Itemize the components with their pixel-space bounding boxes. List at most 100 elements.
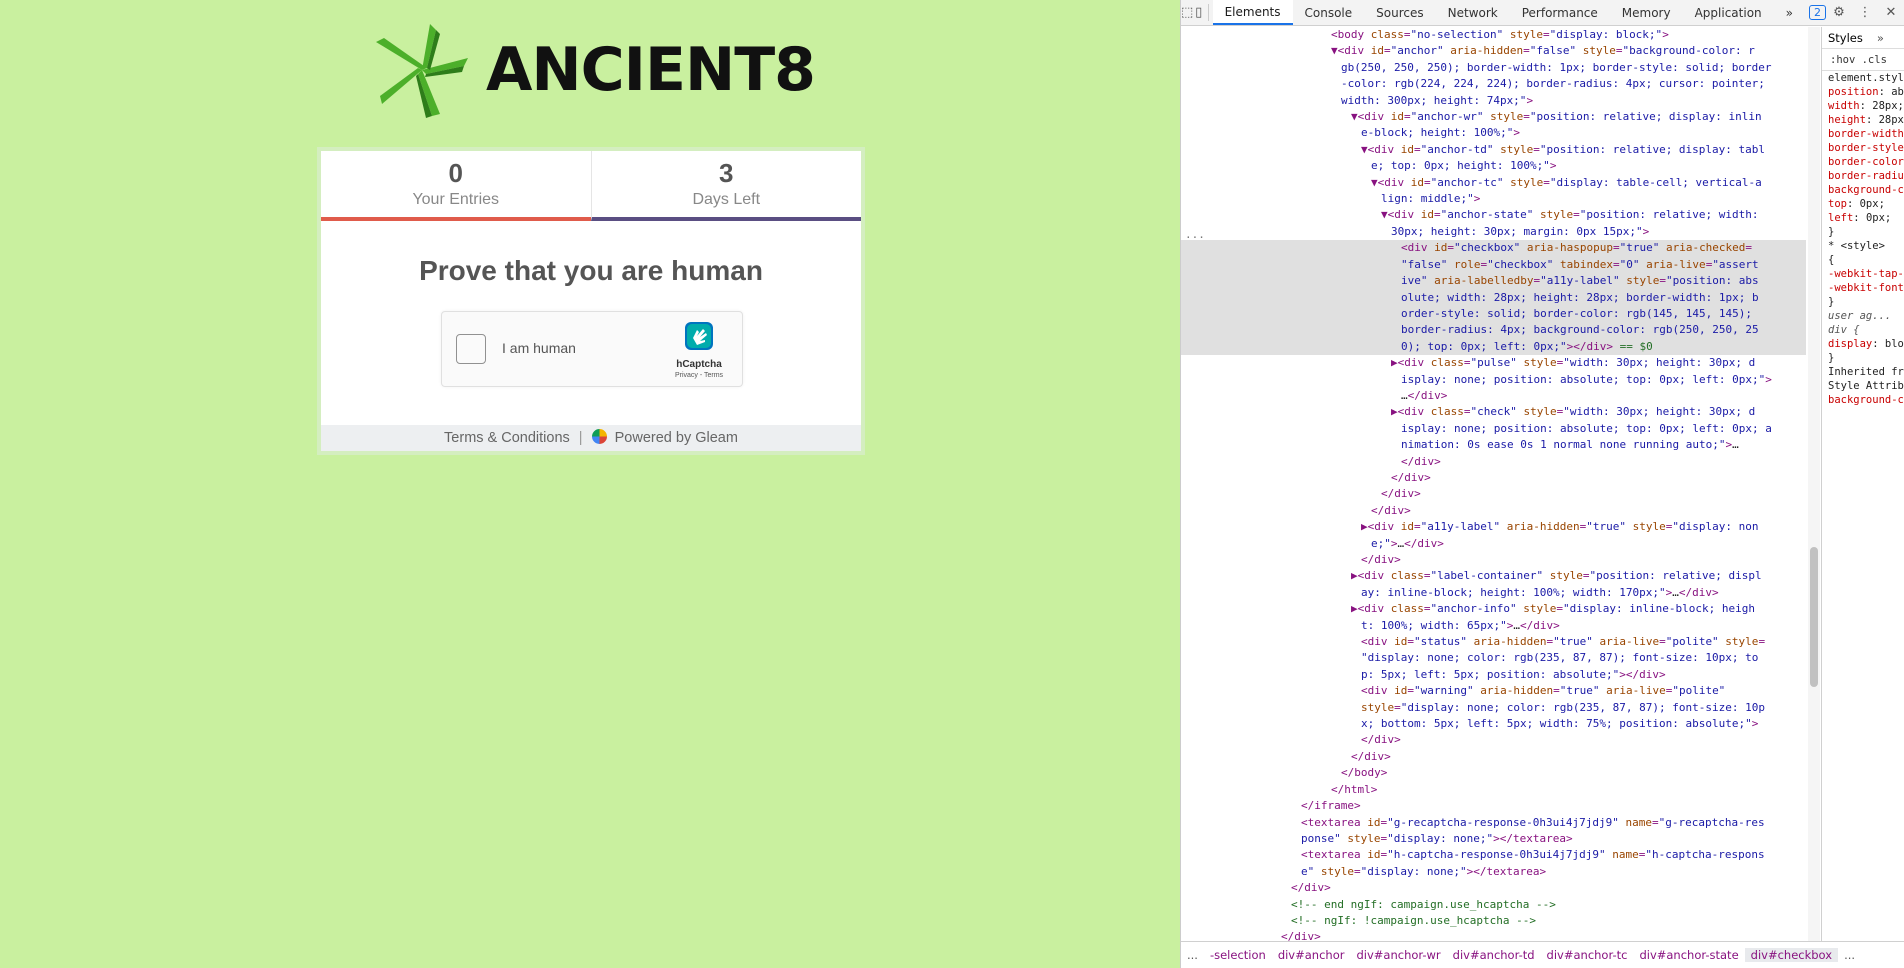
dom-line[interactable]: </div> xyxy=(1181,503,1806,519)
dom-line[interactable]: </iframe> xyxy=(1181,798,1806,814)
dom-line[interactable]: </div> xyxy=(1181,486,1806,502)
dom-line[interactable]: </body> xyxy=(1181,765,1806,781)
tab-performance[interactable]: Performance xyxy=(1510,0,1610,25)
tab-network[interactable]: Network xyxy=(1436,0,1510,25)
settings-gear-icon[interactable]: ⚙ xyxy=(1826,0,1852,25)
dom-line[interactable]: "display: none; color: rgb(235, 87, 87);… xyxy=(1181,650,1806,666)
style-line[interactable]: Style Attribute { xyxy=(1822,379,1904,393)
style-line[interactable]: top: 0px; xyxy=(1822,197,1904,211)
dom-line[interactable]: <!-- ngIf: !campaign.use_hcaptcha --> xyxy=(1181,913,1806,929)
dom-line[interactable]: <textarea id = "g-recaptcha-response-0h3ui… xyxy=(1181,815,1806,831)
dom-line[interactable]: e" style="display: none;"></textarea> xyxy=(1181,864,1806,880)
dom-line-selected[interactable]: "false" role="checkbox" tabindex="0" ari… xyxy=(1181,256,1806,274)
close-icon[interactable]: ✕ xyxy=(1878,0,1904,25)
dom-line[interactable]: </div> xyxy=(1181,929,1806,941)
breadcrumb-item[interactable]: div#anchor-tc xyxy=(1541,948,1634,962)
dom-line[interactable]: gb(250, 250, 250); border-width: 1px; bo… xyxy=(1181,60,1806,76)
dom-line[interactable]: </html> xyxy=(1181,782,1806,798)
dom-line[interactable]: </div> xyxy=(1181,749,1806,765)
dom-line[interactable]: 30px; height: 30px; margin: 0px 15px;"> xyxy=(1181,224,1806,240)
style-line[interactable]: -webkit-font-smoothing: antial xyxy=(1822,281,1904,295)
style-line[interactable]: border-style: ▶ solid; xyxy=(1822,141,1904,155)
dom-line[interactable]: t: 100%; width: 65px;">…</div> xyxy=(1181,618,1806,634)
style-line[interactable]: background-color: rgb( xyxy=(1822,183,1904,197)
dom-line[interactable]: <div id="warning" aria-hidden="true" ari… xyxy=(1181,683,1806,699)
dom-line[interactable]: nimation: 0s ease 0s 1 normal none runni… xyxy=(1181,437,1806,453)
dom-line[interactable]: ▼<div id="anchor-tc" style="display: tab… xyxy=(1181,175,1806,191)
hcaptcha-logo-icon[interactable] xyxy=(683,320,715,352)
dom-line-selected[interactable]: border-radius: 4px; background-color: rg… xyxy=(1181,322,1806,339)
dom-line[interactable]: <!-- end ngIf: campaign.use_hcaptcha --> xyxy=(1181,897,1806,913)
dom-line[interactable]: </div> xyxy=(1181,470,1806,486)
more-options-icon[interactable]: ⋮ xyxy=(1852,0,1878,25)
inspect-element-icon[interactable]: ⬚ xyxy=(1181,0,1193,25)
dom-line[interactable]: ay: inline-block; height: 100%; width: 1… xyxy=(1181,585,1806,601)
breadcrumb-item[interactable]: div#anchor xyxy=(1272,948,1351,962)
style-line[interactable]: border-radius: ▶ 4px; xyxy=(1822,169,1904,183)
style-line[interactable]: position: absolu xyxy=(1822,85,1904,99)
elements-scrollbar[interactable] xyxy=(1808,27,1820,941)
dom-line[interactable]: ▶<div id="a11y-label" aria-hidden="true"… xyxy=(1181,519,1806,535)
selected-node-dots[interactable]: ... xyxy=(1185,227,1205,243)
dom-line[interactable]: e-block; height: 100%;"> xyxy=(1181,125,1806,141)
tab-console[interactable]: Console xyxy=(1293,0,1365,25)
dom-line[interactable]: isplay: none; position: absolute; top: 0… xyxy=(1181,421,1806,437)
dom-line[interactable]: ▼<div id="anchor-state" style="position:… xyxy=(1181,207,1806,223)
style-line[interactable]: { xyxy=(1822,253,1904,267)
dom-line-selected[interactable]: ive" aria-labelledby="a11y-label" style=… xyxy=(1181,273,1806,290)
dom-line-selected[interactable]: <div id="checkbox" aria-haspopup="true" … xyxy=(1181,240,1806,257)
issues-badge[interactable]: 2 xyxy=(1809,0,1826,25)
tab-application[interactable]: Application xyxy=(1683,0,1774,25)
more-tabs-button[interactable]: » xyxy=(1774,0,1805,25)
dom-line[interactable]: -color: rgb(224, 224, 224); border-radiu… xyxy=(1181,76,1806,92)
dom-line[interactable]: <textarea id="h-captcha-response-0h3ui4j… xyxy=(1181,847,1806,863)
dom-line[interactable]: ▼<div id="anchor-wr" style="position: re… xyxy=(1181,109,1806,125)
dom-line[interactable]: ▶<div class="anchor-info" style="display… xyxy=(1181,601,1806,617)
dom-line[interactable]: lign: middle;"> xyxy=(1181,191,1806,207)
style-line[interactable]: border-color: ▶ rgb( xyxy=(1822,155,1904,169)
breadcrumb-item[interactable]: -selection xyxy=(1204,948,1272,962)
style-line[interactable]: width: 28px; xyxy=(1822,99,1904,113)
style-line[interactable]: } xyxy=(1822,225,1904,239)
dom-line[interactable]: </div> xyxy=(1181,454,1806,470)
style-line[interactable]: background-color xyxy=(1822,393,1904,407)
dom-line-selected[interactable]: olute; width: 28px; height: 28px; border… xyxy=(1181,289,1806,306)
dom-line-selected[interactable]: order-style: solid; border-color: rgb(14… xyxy=(1181,305,1806,323)
elements-tree[interactable]: <body class="no-selection" style="displa… xyxy=(1181,27,1806,941)
dom-line[interactable]: e; top: 0px; height: 100%;"> xyxy=(1181,158,1806,174)
style-line[interactable]: -webkit-tap-highlight-color: tran xyxy=(1822,267,1904,281)
hcaptcha-privacy-terms-links[interactable]: Privacy - Terms xyxy=(664,372,734,379)
breadcrumb-overflow[interactable]: ... xyxy=(1838,948,1861,962)
terms-link[interactable]: Terms & Conditions xyxy=(444,430,570,446)
dom-line[interactable]: </div> xyxy=(1181,880,1806,896)
style-line[interactable]: user ag... xyxy=(1822,309,1904,323)
breadcrumb-overflow[interactable]: ... xyxy=(1181,948,1204,962)
dom-line[interactable]: <body class="no-selection" style="displa… xyxy=(1181,27,1806,43)
scrollbar-thumb[interactable] xyxy=(1810,547,1818,687)
dom-line[interactable]: <div id="status" aria-hidden="true" aria… xyxy=(1181,634,1806,650)
dom-line[interactable]: ▶<div class="check" style="width: 30px; … xyxy=(1181,404,1806,420)
style-line[interactable]: Inherited fr... xyxy=(1822,365,1904,379)
styles-tab[interactable]: Styles xyxy=(1828,31,1863,45)
dom-line[interactable]: </div> xyxy=(1181,732,1806,748)
dom-line[interactable]: ▶<div class="label-container" style="pos… xyxy=(1181,568,1806,584)
tab-sources[interactable]: Sources xyxy=(1364,0,1435,25)
styles-filter-bar[interactable]: :hov .cls xyxy=(1822,49,1904,71)
style-line[interactable]: * <style> xyxy=(1822,239,1904,253)
breadcrumb-item[interactable]: div#checkbox xyxy=(1744,948,1839,962)
dom-line-selected[interactable]: 0); top: 0px; left: 0px;"></div> == $0 xyxy=(1181,338,1806,356)
dom-line[interactable]: p: 5px; left: 5px; position: absolute;">… xyxy=(1181,667,1806,683)
dom-line[interactable]: style="display: none; color: rgb(235, 87… xyxy=(1181,700,1806,716)
captcha-checkbox[interactable] xyxy=(456,334,486,364)
styles-more-chevron[interactable]: » xyxy=(1877,31,1884,45)
tab-elements[interactable]: Elements xyxy=(1212,0,1293,25)
style-line[interactable]: border-width: ▶ 1px; xyxy=(1822,127,1904,141)
tab-memory[interactable]: Memory xyxy=(1610,0,1683,25)
dom-line[interactable]: ▼<div id="anchor-td" style="position: re… xyxy=(1181,142,1806,158)
style-line[interactable]: element.style { xyxy=(1822,71,1904,85)
dom-line[interactable]: ponse" style="display: none;"></textarea… xyxy=(1181,831,1806,847)
style-line[interactable]: height: 28px; xyxy=(1822,113,1904,127)
breadcrumb-item[interactable]: div#anchor-wr xyxy=(1350,948,1446,962)
dom-line[interactable]: isplay: none; position: absolute; top: 0… xyxy=(1181,372,1806,388)
dom-line[interactable]: width: 300px; height: 74px;"> xyxy=(1181,93,1806,109)
